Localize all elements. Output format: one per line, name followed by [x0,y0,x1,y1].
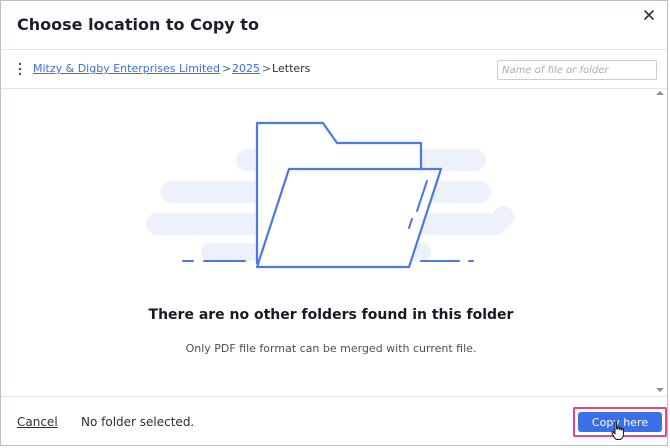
breadcrumb-separator: > [222,62,232,75]
hand-pointer-cursor-icon [611,421,624,440]
empty-folder-icon [146,121,514,269]
folder-list-area: There are no other folders found in this… [1,89,667,396]
selection-status: No folder selected. [81,415,195,429]
dialog-header: Choose location to Copy to [1,1,667,49]
breadcrumb: Mitzy & Digby Enterprises Limited >2025 >L… [33,62,310,75]
cancel-button[interactable]: Cancel [17,415,58,429]
location-bar: Mitzy & Digby Enterprises Limited >2025 >L… [1,49,667,89]
close-icon[interactable] [641,7,657,23]
scroll-up-arrow-icon[interactable] [656,91,664,95]
breadcrumb-link-year[interactable]: 2025 [232,62,260,75]
copy-location-dialog: Choose location to Copy to Mitzy & Digby… [0,0,668,446]
vertical-scrollbar[interactable] [655,89,665,396]
folder-search-input[interactable] [497,60,657,80]
empty-state-title: There are no other folders found in this… [148,307,514,323]
breadcrumb-separator: > [262,62,272,75]
dialog-title: Choose location to Copy to [17,15,259,34]
empty-state-subtitle: Only PDF file format can be merged with … [185,342,477,355]
scroll-down-arrow-icon[interactable] [656,388,664,392]
dialog-footer: Cancel No folder selected. Copy here [1,396,667,446]
breadcrumb-link-company[interactable]: Mitzy & Digby Enterprises Limited [33,62,220,75]
kebab-icon[interactable] [17,61,23,77]
breadcrumb-current: Letters [272,62,311,75]
